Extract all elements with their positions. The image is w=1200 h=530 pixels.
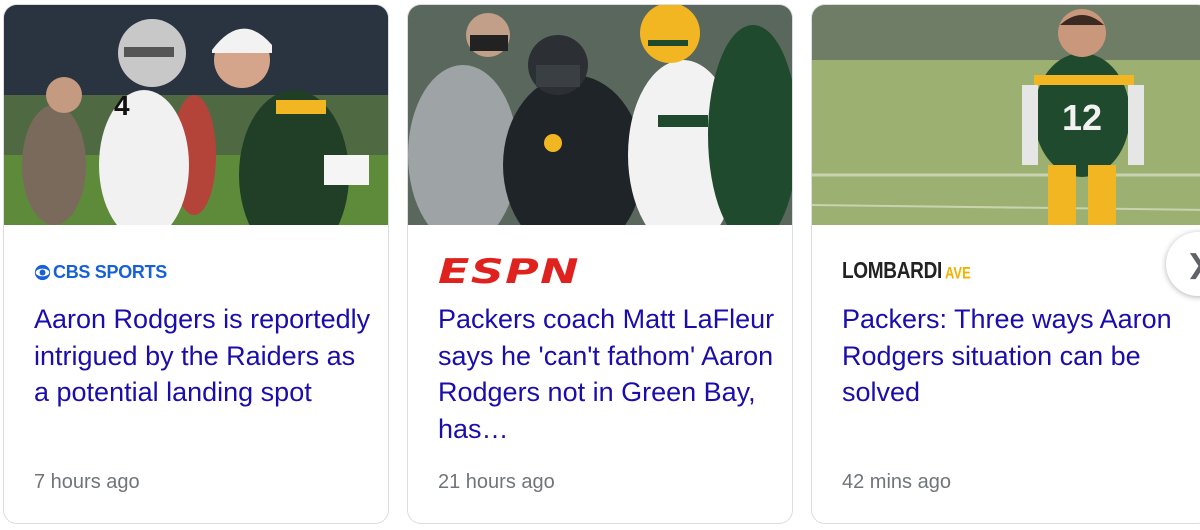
thumbnail-image: 12 [812,5,1200,225]
news-thumbnail[interactable]: 12 [812,5,1200,225]
news-thumbnail[interactable]: 4 [4,5,388,225]
espn-logo: ESPN [438,252,580,292]
news-thumbnail[interactable] [408,5,792,225]
news-headline[interactable]: Packers coach Matt LaFleur says he 'can'… [438,301,778,447]
source-name: LOMBARDI [842,258,942,284]
news-card-cbs[interactable]: 4 CBS SPORTS Aaron Rodgers is reportedly… [3,4,389,524]
thumbnail-image: 4 [4,5,388,225]
svg-text:4: 4 [114,90,130,121]
news-headline[interactable]: Packers: Three ways Aaron Rodgers situat… [842,301,1182,411]
thumbnail-image [408,5,792,225]
news-timestamp: 7 hours ago [34,471,140,493]
chevron-right-icon: ❯ [1186,249,1200,280]
news-source: LOMBARDI AVE [842,255,971,289]
news-card-lombardi-ave[interactable]: 12 LOMBARDI AVE Packers: Three ways Aaro… [811,4,1200,524]
source-name-accent: AVE [944,262,971,283]
svg-text:12: 12 [1062,97,1102,138]
source-name: CBS SPORTS [53,261,168,282]
top-stories-carousel: 4 CBS SPORTS Aaron Rodgers is reportedly… [0,0,1200,530]
cbs-eye-icon [34,264,51,280]
lombardi-ave-logo: LOMBARDI AVE [842,258,971,284]
news-timestamp: 42 mins ago [842,471,951,493]
news-card-espn[interactable]: ESPN Packers coach Matt LaFleur says he … [407,4,793,524]
cbs-sports-logo: CBS SPORTS [34,262,167,283]
news-timestamp: 21 hours ago [438,471,555,493]
news-headline[interactable]: Aaron Rodgers is reportedly intrigued by… [34,301,374,411]
news-source: ESPN [438,255,579,289]
news-source: CBS SPORTS [34,255,167,289]
